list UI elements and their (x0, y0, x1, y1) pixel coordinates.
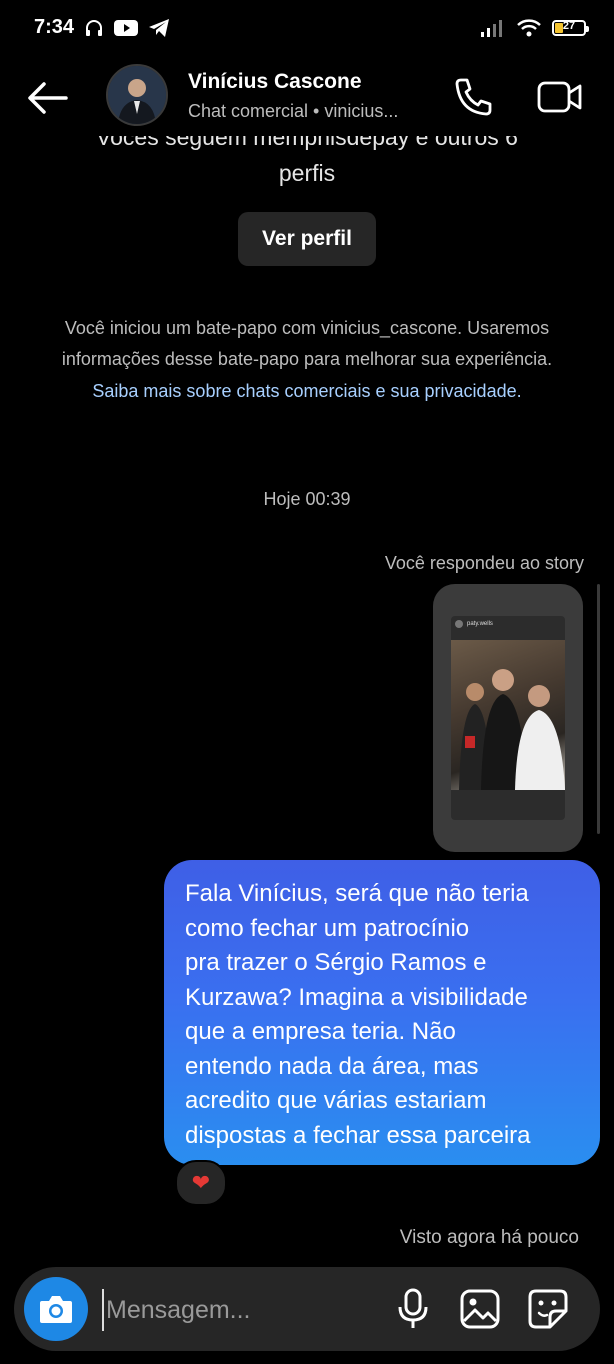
voice-message-button[interactable] (394, 1287, 432, 1331)
avatar[interactable] (106, 64, 168, 126)
gallery-button[interactable] (458, 1287, 502, 1331)
camera-icon (40, 1296, 72, 1323)
camera-button[interactable] (24, 1277, 88, 1341)
story-username: paty.wells (467, 621, 493, 627)
sent-message-bubble[interactable]: Fala Vinícius, será que não teria como f… (164, 860, 600, 1165)
view-profile-button[interactable]: Ver perfil (238, 212, 376, 266)
story-reply-label: Você respondeu ao story (384, 553, 584, 573)
sticker-icon (528, 1289, 568, 1329)
profile-photo (108, 66, 166, 124)
youtube-icon (114, 20, 138, 36)
microphone-icon (398, 1288, 428, 1328)
back-button[interactable] (26, 78, 70, 118)
status-bar: 7:34 27 (0, 0, 614, 60)
signal-icon (481, 20, 502, 37)
story-avatar (455, 620, 463, 628)
contact-name[interactable]: Vinícius Cascone (188, 70, 362, 94)
story-reply-card[interactable]: paty.wells (433, 584, 583, 852)
status-time: 7:34 (34, 16, 75, 38)
contact-subtitle[interactable]: Chat comercial • vinicius... (188, 101, 398, 122)
message-text: Fala Vinícius, será que não teria como f… (185, 880, 531, 1149)
story-preview: paty.wells (451, 616, 565, 820)
wifi-icon (517, 19, 541, 37)
chat-header: Vinícius Cascone Chat comercial • vinici… (0, 60, 614, 134)
video-camera-icon (537, 81, 582, 113)
message-composer (14, 1267, 600, 1351)
battery-level: 27 (562, 20, 576, 32)
story-photo (451, 640, 565, 790)
heart-reaction[interactable]: ❤ (175, 1160, 227, 1206)
video-call-button[interactable] (536, 76, 584, 118)
seen-status: Visto agora há pouco (399, 1227, 579, 1248)
arrow-left-icon (28, 82, 68, 114)
date-separator: Hoje 00:39 (263, 489, 351, 509)
sticker-button[interactable] (526, 1287, 570, 1331)
heart-icon: ❤ (191, 1170, 211, 1195)
business-chat-info-line-2: informações desse bate-papo para melhora… (61, 349, 553, 369)
story-people-image (459, 669, 565, 790)
mutual-followers-text-continued: perfis (278, 160, 336, 186)
scrollbar[interactable] (597, 584, 600, 834)
phone-icon (455, 78, 492, 116)
business-chat-info-line-1: Você iniciou um bate-papo com vinicius_c… (64, 318, 550, 338)
privacy-link[interactable]: Saiba mais sobre chats comerciais e sua … (20, 376, 594, 407)
headphones-icon (86, 20, 102, 36)
telegram-icon (149, 19, 169, 37)
image-icon (460, 1289, 500, 1329)
voice-call-button[interactable] (452, 76, 494, 118)
battery-icon: 27 (552, 20, 589, 36)
message-input[interactable] (102, 1289, 378, 1331)
